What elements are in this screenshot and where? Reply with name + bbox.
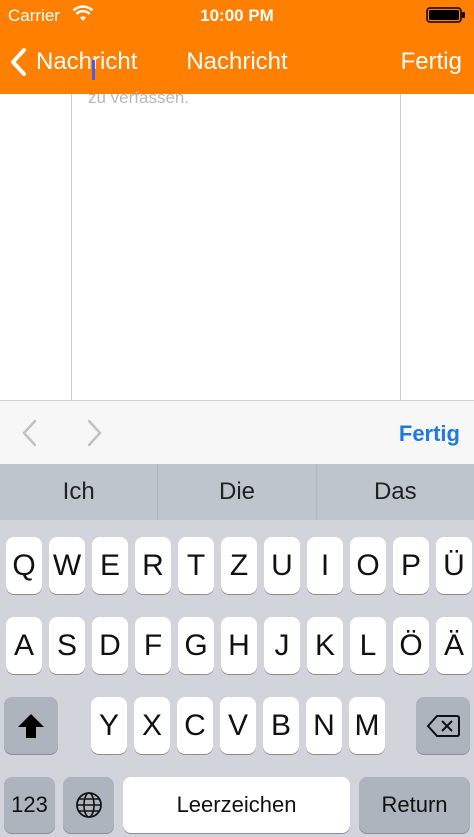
key-g[interactable]: G — [178, 617, 214, 674]
key-s[interactable]: S — [49, 617, 85, 674]
text-cursor — [92, 60, 95, 80]
key-o[interactable]: O — [350, 537, 386, 594]
key-e[interactable]: E — [92, 537, 128, 594]
globe-icon — [75, 792, 102, 818]
suggestion-item[interactable]: Das — [315, 464, 474, 520]
suggestion-item[interactable]: Die — [157, 464, 315, 520]
next-field-icon[interactable] — [82, 419, 106, 447]
navigation-bar: Nachricht Nachricht Fertig — [0, 32, 474, 94]
keyboard: Ich Die Das QWERTZUIOPÜ ASDFGHJKLÖÄ YXCVBN… — [0, 464, 474, 837]
battery-icon — [426, 7, 465, 23]
shift-icon — [18, 713, 44, 738]
suggestion-bar: Ich Die Das — [0, 464, 474, 520]
shift-key[interactable] — [4, 697, 58, 754]
key-m[interactable]: M — [349, 697, 385, 754]
status-bar: Carrier 10:00 PM — [0, 0, 474, 32]
editor-placeholder: zu verfassen. — [88, 88, 190, 107]
key-h[interactable]: H — [221, 617, 257, 674]
key-c[interactable]: C — [177, 697, 213, 754]
numbers-key[interactable]: 123 — [4, 777, 55, 833]
status-time: 10:00 PM — [200, 6, 274, 25]
margin-line-right — [400, 94, 401, 400]
key-p[interactable]: P — [393, 537, 429, 594]
key-x[interactable]: X — [134, 697, 170, 754]
key-q[interactable]: Q — [6, 537, 42, 594]
key-y[interactable]: Y — [91, 697, 127, 754]
message-editor[interactable]: zu verfassen. — [0, 88, 474, 400]
key-i[interactable]: I — [307, 537, 343, 594]
key-f[interactable]: F — [135, 617, 171, 674]
key-ö[interactable]: Ö — [393, 617, 429, 674]
previous-field-icon[interactable] — [18, 419, 42, 447]
key-d[interactable]: D — [92, 617, 128, 674]
keyboard-done-button[interactable]: Fertig — [399, 421, 460, 447]
key-t[interactable]: T — [178, 537, 214, 594]
key-v[interactable]: V — [220, 697, 256, 754]
key-j[interactable]: J — [264, 617, 300, 674]
margin-line-left — [71, 94, 72, 400]
key-a[interactable]: A — [6, 617, 42, 674]
key-z[interactable]: Z — [221, 537, 257, 594]
key-w[interactable]: W — [49, 537, 85, 594]
space-key[interactable]: Leerzeichen — [123, 777, 350, 833]
return-key[interactable]: Return — [359, 777, 470, 833]
delete-key[interactable] — [416, 697, 470, 754]
key-u[interactable]: U — [264, 537, 300, 594]
suggestion-item[interactable]: Ich — [0, 464, 157, 520]
key-ä[interactable]: Ä — [436, 617, 472, 674]
key-l[interactable]: L — [350, 617, 386, 674]
key-b[interactable]: B — [263, 697, 299, 754]
globe-key[interactable] — [63, 777, 114, 833]
backspace-icon — [426, 714, 460, 737]
key-k[interactable]: K — [307, 617, 343, 674]
key-n[interactable]: N — [306, 697, 342, 754]
done-button[interactable]: Fertig — [401, 48, 462, 76]
input-accessory-toolbar: Fertig — [0, 400, 474, 464]
key-r[interactable]: R — [135, 537, 171, 594]
key-ü[interactable]: Ü — [436, 537, 472, 594]
